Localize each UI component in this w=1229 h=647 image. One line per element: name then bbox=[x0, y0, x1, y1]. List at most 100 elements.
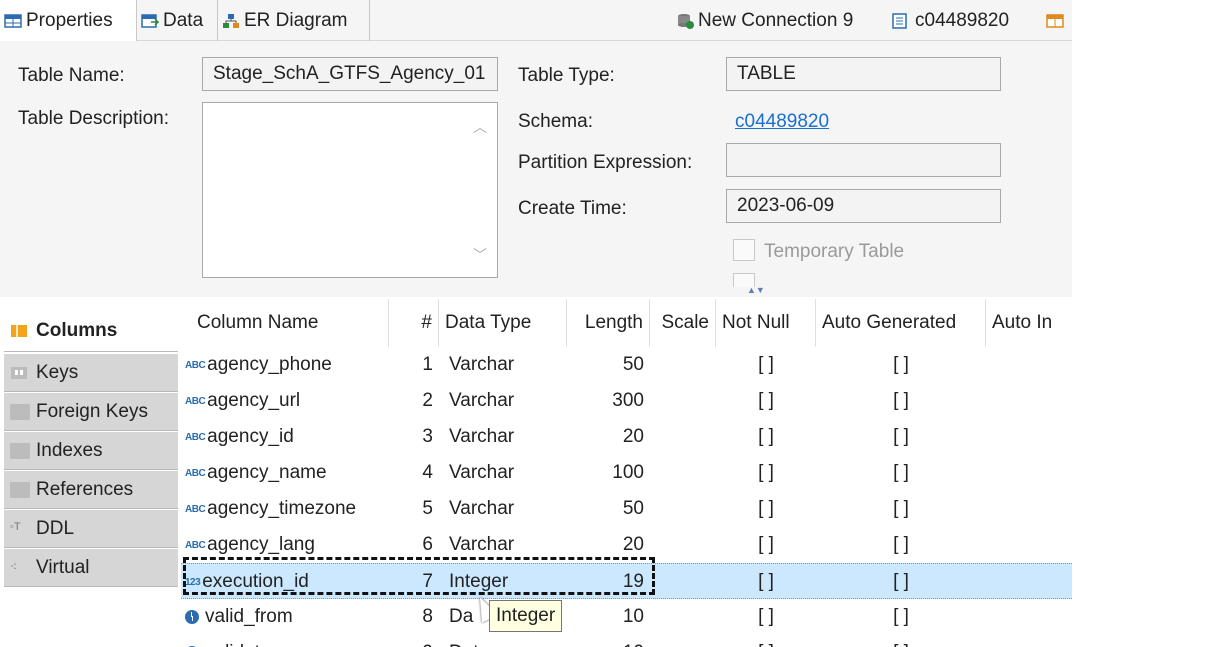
cell-auto-gen[interactable]: [ ] bbox=[816, 347, 986, 383]
cell-name[interactable]: ABC agency_id bbox=[181, 419, 389, 455]
table-description-input[interactable]: ︿ ﹀ bbox=[202, 102, 498, 278]
cell-type[interactable]: Integer bbox=[439, 564, 567, 600]
scroll-down-icon[interactable]: ﹀ bbox=[473, 245, 487, 265]
cell-name[interactable]: valid_from bbox=[181, 599, 389, 635]
schema-indicator[interactable]: c04489820 bbox=[891, 0, 1009, 41]
cell-auto-gen[interactable]: [ ] bbox=[816, 635, 986, 647]
cell-length[interactable]: 20 bbox=[567, 419, 650, 455]
cell-auto-inc[interactable]: [ bbox=[986, 419, 1072, 455]
cell-not-null[interactable]: [ ] bbox=[716, 419, 816, 455]
cell-length[interactable]: 50 bbox=[567, 491, 650, 527]
table-row[interactable]: ABCagency_id 3 Varchar 20 [ ] [ ] [ bbox=[181, 419, 1072, 455]
table-row[interactable]: ABCagency_url 2 Varchar 300 [ ] [ ] [ bbox=[181, 383, 1072, 419]
cell-length[interactable]: 19 bbox=[567, 564, 650, 600]
cell-auto-gen[interactable]: [ ] bbox=[816, 599, 986, 635]
side-tab-ddl[interactable]: ◦T DDL bbox=[4, 510, 178, 548]
cell-scale[interactable] bbox=[650, 527, 716, 563]
cell-not-null[interactable]: [ ] bbox=[716, 491, 816, 527]
cell-scale[interactable] bbox=[650, 455, 716, 491]
cell-auto-inc[interactable]: [ bbox=[986, 347, 1072, 383]
header-length[interactable]: Length bbox=[567, 299, 650, 347]
header-data-type[interactable]: Data Type bbox=[439, 299, 567, 347]
cell-not-null[interactable]: [ ] bbox=[716, 383, 816, 419]
cell-name[interactable]: ABC agency_url bbox=[181, 383, 389, 419]
cell-scale[interactable] bbox=[650, 383, 716, 419]
cell-num[interactable]: 7 bbox=[389, 564, 439, 600]
cell-num[interactable]: 8 bbox=[389, 599, 439, 635]
schema-link[interactable]: c04489820 bbox=[735, 111, 829, 133]
cell-auto-inc[interactable]: [ bbox=[986, 491, 1072, 527]
cell-auto-inc[interactable]: [ bbox=[986, 599, 1072, 635]
table-row[interactable]: valid_from 8 Da 10 [ ] [ ] [ bbox=[181, 599, 1072, 635]
cell-scale[interactable] bbox=[650, 564, 716, 600]
cell-num[interactable]: 6 bbox=[389, 527, 439, 563]
cell-not-null[interactable]: [ ] bbox=[716, 455, 816, 491]
cell-auto-gen[interactable]: [ ] bbox=[816, 419, 986, 455]
header-number[interactable]: # bbox=[389, 299, 439, 347]
cell-auto-inc[interactable]: [ bbox=[986, 635, 1072, 647]
cell-name[interactable]: 123 execution_id bbox=[181, 564, 389, 600]
cell-scale[interactable] bbox=[650, 599, 716, 635]
cell-type[interactable]: Date bbox=[439, 635, 567, 647]
cell-length[interactable]: 100 bbox=[567, 455, 650, 491]
cell-type[interactable]: Varchar bbox=[439, 491, 567, 527]
tab-data[interactable]: Data bbox=[137, 0, 218, 41]
cell-num[interactable]: 9 bbox=[389, 635, 439, 647]
table-row[interactable]: ABCagency_lang 6 Varchar 20 [ ] [ ] [ bbox=[181, 527, 1072, 563]
table-row[interactable]: ABCagency_timezone 5 Varchar 50 [ ] [ ] [ bbox=[181, 491, 1072, 527]
cell-type[interactable]: Varchar bbox=[439, 455, 567, 491]
connection-indicator[interactable]: New Connection 9 bbox=[676, 0, 853, 41]
table-name-input[interactable]: Stage_SchA_GTFS_Agency_01 bbox=[202, 57, 498, 91]
cell-name[interactable]: ABC agency_phone bbox=[181, 347, 389, 383]
header-auto-increment[interactable]: Auto In bbox=[986, 299, 1072, 347]
cell-name[interactable]: ABC agency_lang bbox=[181, 527, 389, 563]
resize-handle-icon[interactable]: ▲▼ bbox=[747, 285, 765, 295]
cell-not-null[interactable]: [ ] bbox=[716, 599, 816, 635]
cell-num[interactable]: 5 bbox=[389, 491, 439, 527]
side-tab-keys[interactable]: Keys bbox=[4, 354, 178, 392]
cell-name[interactable]: ABC agency_name bbox=[181, 455, 389, 491]
cell-auto-gen[interactable]: [ ] bbox=[816, 491, 986, 527]
cell-auto-inc[interactable]: [ bbox=[986, 527, 1072, 563]
cell-auto-inc[interactable]: [ bbox=[986, 564, 1072, 600]
table-row[interactable]: valid_to 9 Date 10 [ ] [ ] [ bbox=[181, 635, 1072, 647]
side-tab-indexes[interactable]: Indexes bbox=[4, 432, 178, 470]
cell-auto-gen[interactable]: [ ] bbox=[816, 527, 986, 563]
cell-type[interactable]: Varchar bbox=[439, 383, 567, 419]
cell-not-null[interactable]: [ ] bbox=[716, 347, 816, 383]
scroll-up-icon[interactable]: ︿ bbox=[473, 117, 487, 137]
cell-length[interactable]: 10 bbox=[567, 635, 650, 647]
cell-scale[interactable] bbox=[650, 635, 716, 647]
side-tab-virtual[interactable]: ⁖ Virtual bbox=[4, 549, 178, 587]
side-tab-references[interactable]: References bbox=[4, 471, 178, 509]
cell-name[interactable]: ABC agency_timezone bbox=[181, 491, 389, 527]
cell-auto-gen[interactable]: [ ] bbox=[816, 455, 986, 491]
cell-type[interactable]: Varchar bbox=[439, 419, 567, 455]
cell-num[interactable]: 2 bbox=[389, 383, 439, 419]
temporary-table-checkbox[interactable] bbox=[733, 239, 755, 261]
cell-length[interactable]: 300 bbox=[567, 383, 650, 419]
cell-name[interactable]: valid_to bbox=[181, 635, 389, 647]
cell-scale[interactable] bbox=[650, 347, 716, 383]
side-tab-columns[interactable]: Columns bbox=[4, 310, 178, 352]
cell-auto-gen[interactable]: [ ] bbox=[816, 383, 986, 419]
tab-er-diagram[interactable]: ER Diagram bbox=[218, 0, 370, 41]
cell-not-null[interactable]: [ ] bbox=[716, 635, 816, 647]
header-not-null[interactable]: Not Null bbox=[716, 299, 816, 347]
cell-length[interactable]: 50 bbox=[567, 347, 650, 383]
cell-length[interactable]: 20 bbox=[567, 527, 650, 563]
cell-scale[interactable] bbox=[650, 491, 716, 527]
side-tab-foreign-keys[interactable]: Foreign Keys bbox=[4, 393, 178, 431]
header-auto-generated[interactable]: Auto Generated bbox=[816, 299, 986, 347]
cell-num[interactable]: 3 bbox=[389, 419, 439, 455]
cell-not-null[interactable]: [ ] bbox=[716, 564, 816, 600]
table-row[interactable]: 123execution_id 7 Integer 19 [ ] [ ] [ bbox=[181, 563, 1072, 599]
table-row[interactable]: ABCagency_name 4 Varchar 100 [ ] [ ] [ bbox=[181, 455, 1072, 491]
cell-auto-gen[interactable]: [ ] bbox=[816, 564, 986, 600]
header-column-name[interactable]: Column Name bbox=[181, 299, 389, 347]
cell-length[interactable]: 10 bbox=[567, 599, 650, 635]
cell-num[interactable]: 1 bbox=[389, 347, 439, 383]
tab-properties[interactable]: Properties bbox=[0, 0, 137, 41]
cell-auto-inc[interactable]: [ bbox=[986, 383, 1072, 419]
table-row[interactable]: ABCagency_phone 1 Varchar 50 [ ] [ ] [ bbox=[181, 347, 1072, 383]
